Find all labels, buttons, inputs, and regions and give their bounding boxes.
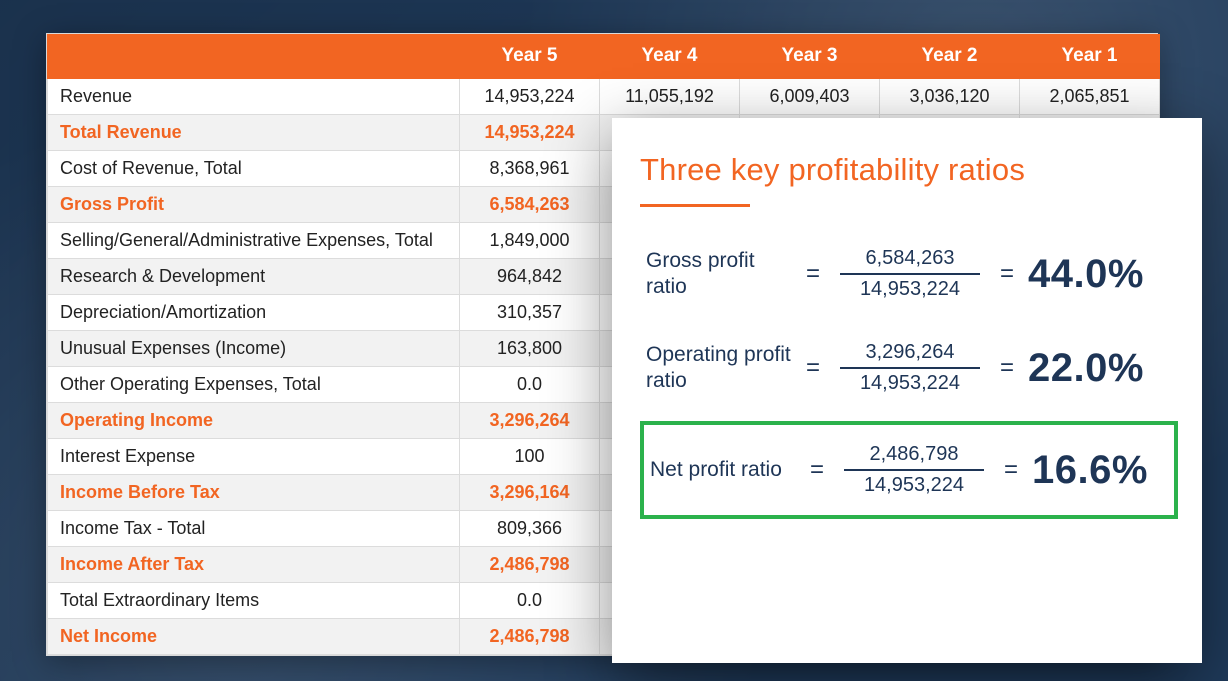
fraction-denominator: 14,953,224 bbox=[860, 275, 960, 301]
ratio-percent: 16.6% bbox=[1032, 448, 1148, 493]
header-blank bbox=[48, 35, 460, 79]
row-label: Income Tax - Total bbox=[48, 511, 460, 547]
table-header: Year 5 Year 4 Year 3 Year 2 Year 1 bbox=[48, 35, 1160, 79]
row-value: 163,800 bbox=[460, 331, 600, 367]
table-row: Revenue14,953,22411,055,1926,009,4033,03… bbox=[48, 79, 1160, 115]
row-label: Total Extraordinary Items bbox=[48, 583, 460, 619]
ratio-label: Operating profit ratio bbox=[646, 342, 796, 395]
row-label: Selling/General/Administrative Expenses,… bbox=[48, 223, 460, 259]
row-value: 2,486,798 bbox=[460, 619, 600, 655]
fraction-numerator: 6,584,263 bbox=[866, 247, 955, 273]
ratio-label: Gross profit ratio bbox=[646, 248, 796, 301]
ratio-fraction: 6,584,26314,953,224 bbox=[830, 247, 990, 301]
row-label: Interest Expense bbox=[48, 439, 460, 475]
row-value: 2,486,798 bbox=[460, 547, 600, 583]
equals-sign: = bbox=[796, 260, 830, 288]
header-year: Year 2 bbox=[880, 35, 1020, 79]
row-label: Income After Tax bbox=[48, 547, 460, 583]
row-value: 8,368,961 bbox=[460, 151, 600, 187]
ratio-row: Operating profit ratio=3,296,26414,953,2… bbox=[640, 327, 1178, 409]
fraction-denominator: 14,953,224 bbox=[864, 471, 964, 497]
row-value: 809,366 bbox=[460, 511, 600, 547]
row-value: 3,296,264 bbox=[460, 403, 600, 439]
row-value: 0.0 bbox=[460, 583, 600, 619]
header-year: Year 3 bbox=[740, 35, 880, 79]
header-year: Year 4 bbox=[600, 35, 740, 79]
ratio-percent: 44.0% bbox=[1028, 252, 1144, 297]
ratios-card: Three key profitability ratios Gross pro… bbox=[612, 118, 1202, 663]
row-label: Depreciation/Amortization bbox=[48, 295, 460, 331]
row-label: Operating Income bbox=[48, 403, 460, 439]
row-value: 14,953,224 bbox=[460, 79, 600, 115]
header-year: Year 1 bbox=[1020, 35, 1160, 79]
equals-sign: = bbox=[994, 456, 1028, 484]
row-value: 3,036,120 bbox=[880, 79, 1020, 115]
row-label: Cost of Revenue, Total bbox=[48, 151, 460, 187]
header-year: Year 5 bbox=[460, 35, 600, 79]
card-title-rule bbox=[640, 204, 750, 207]
row-label: Unusual Expenses (Income) bbox=[48, 331, 460, 367]
row-label: Total Revenue bbox=[48, 115, 460, 151]
equals-sign: = bbox=[990, 260, 1024, 288]
row-label: Income Before Tax bbox=[48, 475, 460, 511]
card-title: Three key profitability ratios bbox=[640, 152, 1178, 188]
ratio-percent: 22.0% bbox=[1028, 346, 1144, 391]
row-value: 1,849,000 bbox=[460, 223, 600, 259]
row-label: Revenue bbox=[48, 79, 460, 115]
row-value: 310,357 bbox=[460, 295, 600, 331]
row-label: Net Income bbox=[48, 619, 460, 655]
equals-sign: = bbox=[800, 456, 834, 484]
row-value: 3,296,164 bbox=[460, 475, 600, 511]
row-value: 0.0 bbox=[460, 367, 600, 403]
ratio-row: Gross profit ratio=6,584,26314,953,224=4… bbox=[640, 233, 1178, 315]
row-value: 6,009,403 bbox=[740, 79, 880, 115]
ratio-label: Net profit ratio bbox=[650, 457, 800, 483]
equals-sign: = bbox=[990, 354, 1024, 382]
ratios-list: Gross profit ratio=6,584,26314,953,224=4… bbox=[640, 233, 1178, 519]
fraction-denominator: 14,953,224 bbox=[860, 369, 960, 395]
row-label: Other Operating Expenses, Total bbox=[48, 367, 460, 403]
row-label: Gross Profit bbox=[48, 187, 460, 223]
equals-sign: = bbox=[796, 354, 830, 382]
ratio-fraction: 3,296,26414,953,224 bbox=[830, 341, 990, 395]
row-value: 14,953,224 bbox=[460, 115, 600, 151]
row-value: 2,065,851 bbox=[1020, 79, 1160, 115]
row-value: 100 bbox=[460, 439, 600, 475]
ratio-row: Net profit ratio=2,486,79814,953,224=16.… bbox=[640, 421, 1178, 519]
fraction-numerator: 2,486,798 bbox=[870, 443, 959, 469]
ratio-fraction: 2,486,79814,953,224 bbox=[834, 443, 994, 497]
row-value: 6,584,263 bbox=[460, 187, 600, 223]
fraction-numerator: 3,296,264 bbox=[866, 341, 955, 367]
row-label: Research & Development bbox=[48, 259, 460, 295]
row-value: 964,842 bbox=[460, 259, 600, 295]
row-value: 11,055,192 bbox=[600, 79, 740, 115]
